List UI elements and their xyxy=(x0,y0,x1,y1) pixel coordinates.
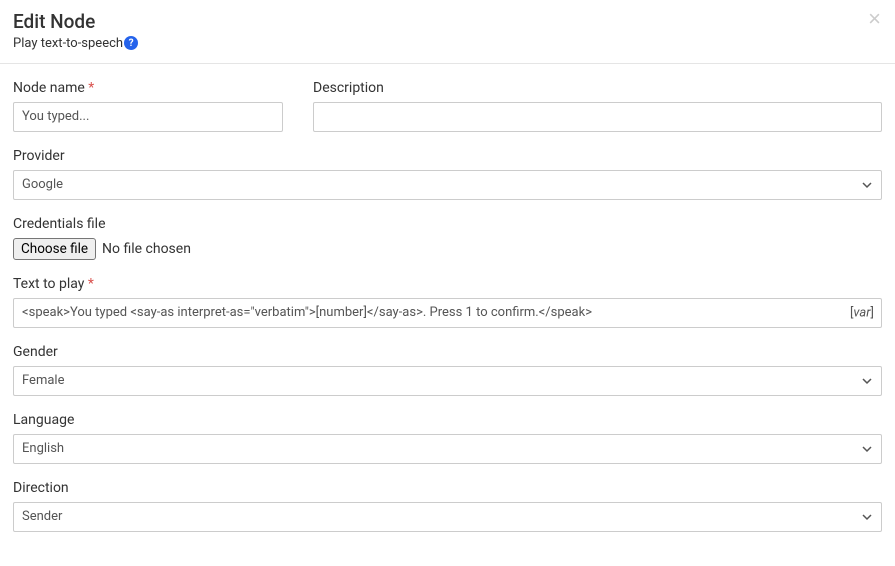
choose-file-button[interactable]: Choose file xyxy=(13,238,96,260)
modal-body: Node name * Description Provider Google … xyxy=(0,64,895,532)
gender-select[interactable]: Female xyxy=(13,366,882,396)
direction-group: Direction Sender xyxy=(13,480,882,532)
description-label: Description xyxy=(313,80,882,96)
text-to-play-input[interactable] xyxy=(13,298,882,328)
gender-label: Gender xyxy=(13,344,882,360)
modal-subtitle: Play text-to-speech ? xyxy=(13,36,882,51)
provider-group: Provider Google xyxy=(13,148,882,200)
row-direction: Direction Sender xyxy=(13,480,882,532)
language-group: Language English xyxy=(13,412,882,464)
row-text-to-play: Text to play * [var] xyxy=(13,276,882,328)
language-label: Language xyxy=(13,412,882,428)
direction-label: Direction xyxy=(13,480,882,496)
provider-label: Provider xyxy=(13,148,882,164)
credentials-group: Credentials file Choose file No file cho… xyxy=(13,216,882,260)
gender-group: Gender Female xyxy=(13,344,882,396)
row-language: Language English xyxy=(13,412,882,464)
description-input[interactable] xyxy=(313,102,882,132)
modal-header: Edit Node Play text-to-speech ? × xyxy=(0,0,895,64)
label-text: Text to play xyxy=(13,276,84,292)
row-credentials: Credentials file Choose file No file cho… xyxy=(13,216,882,260)
node-name-input[interactable] xyxy=(13,102,283,132)
required-mark: * xyxy=(88,276,94,292)
description-group: Description xyxy=(313,80,882,132)
row-name-description: Node name * Description xyxy=(13,80,882,132)
row-gender: Gender Female xyxy=(13,344,882,396)
text-to-play-group: Text to play * [var] xyxy=(13,276,882,328)
file-status-text: No file chosen xyxy=(102,241,191,257)
node-name-group: Node name * xyxy=(13,80,283,132)
row-provider: Provider Google xyxy=(13,148,882,200)
language-select[interactable]: English xyxy=(13,434,882,464)
provider-select[interactable]: Google xyxy=(13,170,882,200)
text-to-play-wrap: [var] xyxy=(13,298,882,328)
help-icon[interactable]: ? xyxy=(124,36,138,50)
modal-title: Edit Node xyxy=(13,10,882,35)
node-name-label: Node name * xyxy=(13,80,283,96)
text-to-play-label: Text to play * xyxy=(13,276,882,292)
close-button[interactable]: × xyxy=(868,8,881,30)
direction-select[interactable]: Sender xyxy=(13,502,882,532)
file-input-row: Choose file No file chosen xyxy=(13,238,882,260)
label-text: Node name xyxy=(13,80,85,96)
required-mark: * xyxy=(88,80,94,96)
credentials-label: Credentials file xyxy=(13,216,882,232)
subtitle-text: Play text-to-speech xyxy=(13,36,123,51)
